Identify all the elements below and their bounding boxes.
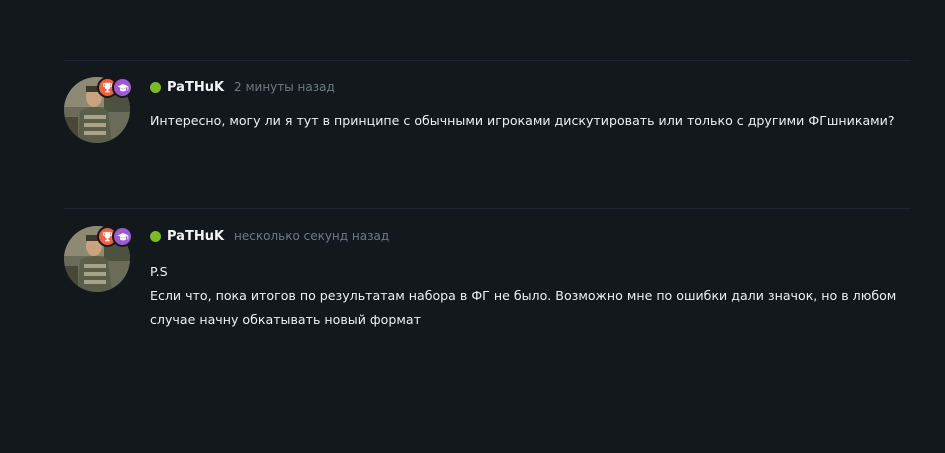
comment-line: P.S [150, 264, 168, 279]
comment-line: Если что, пока итогов по результатам наб… [150, 288, 897, 303]
graduation-cap-icon[interactable] [112, 77, 133, 98]
username[interactable]: PaTHuK [167, 229, 224, 244]
comment-divider [64, 208, 911, 209]
comment-body: PaTHuK несколько секунд назад P.S Если ч… [150, 226, 911, 332]
comment-meta: PaTHuK 2 минуты назад [150, 77, 911, 97]
username[interactable]: PaTHuK [167, 80, 224, 95]
comment-text: Интересно, могу ли я тут в принципе с об… [150, 109, 911, 133]
online-status-icon [150, 81, 161, 93]
avatar-wrap [64, 226, 136, 298]
comment-body: PaTHuK 2 минуты назад Интересно, могу ли… [150, 77, 911, 133]
timestamp[interactable]: несколько секунд назад [234, 229, 389, 243]
comments-page: PaTHuK 2 минуты назад Интересно, могу ли… [0, 0, 945, 453]
timestamp[interactable]: 2 минуты назад [234, 80, 335, 94]
online-status-icon [150, 230, 161, 242]
comment-line: случае начну обкатывать новый формат [150, 312, 421, 327]
comment-text: P.S Если что, пока итогов по результатам… [150, 260, 911, 332]
comment-meta: PaTHuK несколько секунд назад [150, 226, 911, 246]
comment-line: Интересно, могу ли я тут в принципе с об… [150, 113, 895, 128]
graduation-cap-icon[interactable] [112, 226, 133, 247]
avatar-wrap [64, 77, 136, 149]
comment-divider [64, 60, 911, 61]
